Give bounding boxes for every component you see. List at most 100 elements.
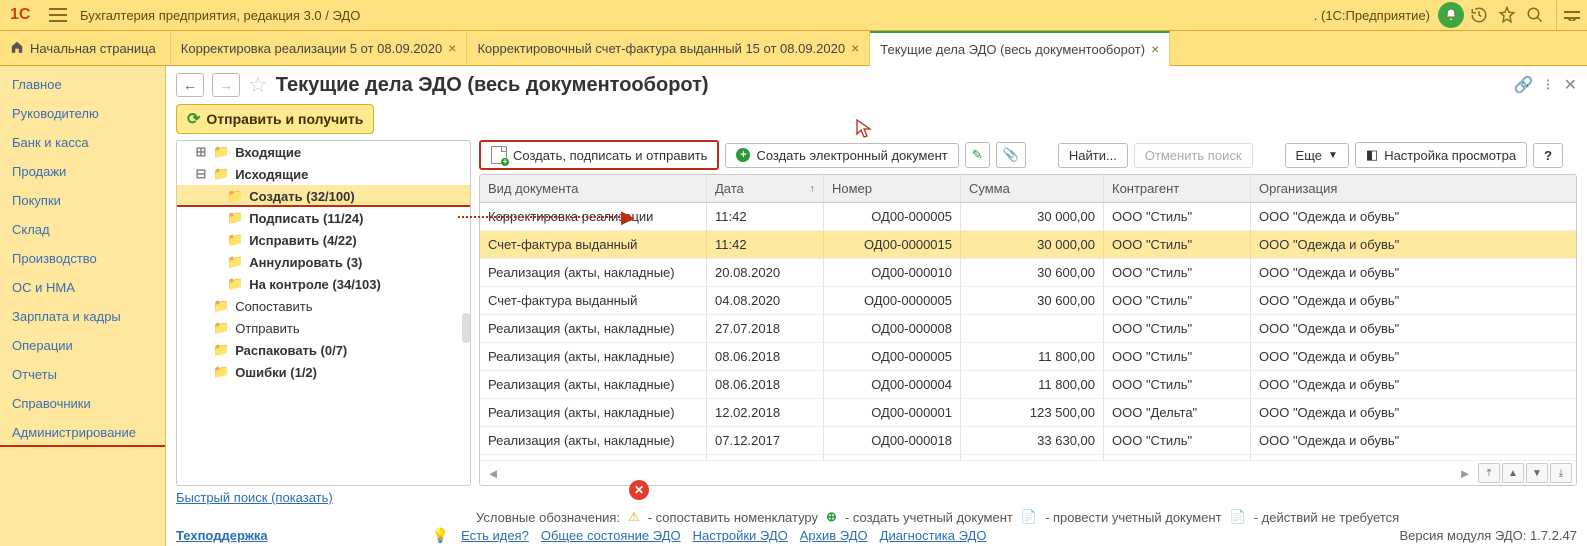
cell-c-num: ОД00-000004 <box>824 371 961 398</box>
scroll-left-icon[interactable]: ◄ <box>484 466 502 481</box>
find-button[interactable]: Найти... <box>1058 143 1128 168</box>
nav-forward-button[interactable]: → <box>212 73 240 97</box>
tree-item-label: Исходящие <box>235 167 308 182</box>
row-up-icon[interactable]: ▲ <box>1502 463 1524 483</box>
tree-item-0[interactable]: ⊞📁Входящие <box>177 141 470 163</box>
tree-item-2[interactable]: 📁Создать (32/100) <box>177 185 470 207</box>
footer-link-2[interactable]: Архив ЭДО <box>800 528 868 543</box>
nav-item-9[interactable]: Операции <box>0 331 165 360</box>
col-organization[interactable]: Организация <box>1251 175 1576 202</box>
tree-item-label: Распаковать (0/7) <box>235 343 347 358</box>
attach-button[interactable]: 📎 <box>996 142 1026 168</box>
tree-item-8[interactable]: 📁Отправить <box>177 317 470 339</box>
nav-item-5[interactable]: Склад <box>0 215 165 244</box>
legend-none: - действий не требуется <box>1254 510 1399 525</box>
row-top-icon[interactable]: ⤒ <box>1478 463 1500 483</box>
more-label: Еще <box>1296 148 1322 163</box>
table-row[interactable]: Реализация (акты, накладные)12.02.2018ОД… <box>480 399 1576 427</box>
tree-collapse-icon[interactable]: ⊟ <box>195 166 207 182</box>
table-row[interactable]: Счет-фактура выданный11:42ОД00-000001530… <box>480 231 1576 259</box>
tab-1[interactable]: Корректировочный счет-фактура выданный 1… <box>467 31 870 65</box>
tab-close-icon[interactable]: × <box>1151 41 1159 57</box>
nav-item-12[interactable]: Администрирование <box>0 418 165 447</box>
table-row[interactable]: Корректировка реализации11:42ОД00-000005… <box>480 203 1576 231</box>
col-date-label: Дата <box>715 181 744 196</box>
create-edoc-button[interactable]: + Создать электронный документ <box>725 143 958 168</box>
col-sum[interactable]: Сумма <box>961 175 1104 202</box>
nav-item-2[interactable]: Банк и касса <box>0 128 165 157</box>
table-row[interactable]: Реализация (акты, накладные)08.06.2018ОД… <box>480 371 1576 399</box>
view-settings-button[interactable]: ◧ Настройка просмотра <box>1355 142 1527 168</box>
col-date[interactable]: Дата ↑ <box>707 175 824 202</box>
folder-tree[interactable]: ⊞📁Входящие⊟📁Исходящие📁Создать (32/100)📁П… <box>176 140 471 486</box>
tab-2[interactable]: Текущие дела ЭДО (весь документооборот)× <box>870 31 1170 66</box>
tab-close-icon[interactable]: × <box>851 40 859 56</box>
row-down-icon[interactable]: ▼ <box>1526 463 1548 483</box>
table-row[interactable]: Реализация (акты, накладные)08.06.2018ОД… <box>480 343 1576 371</box>
nav-item-0[interactable]: Главное <box>0 70 165 99</box>
nav-item-7[interactable]: ОС и НМА <box>0 273 165 302</box>
more-button[interactable]: Еще ▼ <box>1285 143 1349 168</box>
nav-item-8[interactable]: Зарплата и кадры <box>0 302 165 331</box>
tree-item-5[interactable]: 📁Аннулировать (3) <box>177 251 470 273</box>
tab-close-icon[interactable]: × <box>448 40 456 56</box>
nav-back-button[interactable]: ← <box>176 73 204 97</box>
history-icon[interactable] <box>1466 2 1492 28</box>
idea-link[interactable]: Есть идея? <box>461 528 529 543</box>
send-receive-button[interactable]: ⟳ Отправить и получить <box>176 104 374 134</box>
table-row[interactable]: Реализация (акты, накладные)07.12.2017ОД… <box>480 427 1576 455</box>
tree-item-label: На контроле (34/103) <box>249 277 381 292</box>
menu-icon[interactable] <box>44 0 72 30</box>
row-bottom-icon[interactable]: ⤓ <box>1550 463 1572 483</box>
tree-item-7[interactable]: 📁Сопоставить <box>177 295 470 317</box>
nav-item-1[interactable]: Руководителю <box>0 99 165 128</box>
nav-item-4[interactable]: Покупки <box>0 186 165 215</box>
tree-item-1[interactable]: ⊟📁Исходящие <box>177 163 470 185</box>
tab-home[interactable]: Начальная страница <box>0 31 171 65</box>
tab-0[interactable]: Корректировка реализации 5 от 08.09.2020… <box>171 31 468 65</box>
quick-search-close-icon[interactable]: ✕ <box>629 480 649 500</box>
footer-link-3[interactable]: Диагностика ЭДО <box>880 528 987 543</box>
tree-item-3[interactable]: 📁Подписать (11/24) <box>177 207 470 229</box>
col-doc-type[interactable]: Вид документа <box>480 175 707 202</box>
tree-expand-icon[interactable]: ⊞ <box>195 144 207 160</box>
tree-item-10[interactable]: 📁Ошибки (1/2) <box>177 361 470 383</box>
tree-scrollbar[interactable] <box>462 313 470 343</box>
nav-item-11[interactable]: Справочники <box>0 389 165 418</box>
more-menu-icon[interactable]: ⁝ <box>1546 75 1552 95</box>
cancel-find-button[interactable]: Отменить поиск <box>1134 143 1253 168</box>
close-page-icon[interactable]: ✕ <box>1564 75 1577 95</box>
footer-link-1[interactable]: Настройки ЭДО <box>693 528 788 543</box>
scroll-right-icon[interactable]: ► <box>1456 466 1474 481</box>
star-icon[interactable] <box>1494 2 1520 28</box>
create-sign-send-button[interactable]: + Создать, подписать и отправить <box>479 140 719 170</box>
edit-button[interactable]: ✎ <box>965 142 990 168</box>
favorite-star-icon[interactable]: ☆ <box>248 72 268 98</box>
search-icon[interactable] <box>1522 2 1548 28</box>
col-number[interactable]: Номер <box>824 175 961 202</box>
help-button[interactable]: ? <box>1533 143 1563 168</box>
tree-item-4[interactable]: 📁Исправить (4/22) <box>177 229 470 251</box>
tree-item-label: Входящие <box>235 145 301 160</box>
table-row[interactable]: Счет-фактура выданный04.08.2020ОД00-0000… <box>480 287 1576 315</box>
table-row[interactable]: Реализация (акты, накладные)20.08.2020ОД… <box>480 259 1576 287</box>
main-content: ← → ☆ Текущие дела ЭДО (весь документооб… <box>166 66 1587 546</box>
tree-item-6[interactable]: 📁 На контроле (34/103) <box>177 273 470 295</box>
folder-icon: 📁 <box>227 276 243 292</box>
app-header: 1C Бухгалтерия предприятия, редакция 3.0… <box>0 0 1587 31</box>
col-counterparty[interactable]: Контрагент <box>1104 175 1251 202</box>
bell-icon[interactable] <box>1438 2 1464 28</box>
cell-c-doc: Корректировка реализации <box>480 203 707 230</box>
link-icon[interactable]: 🔗 <box>1514 75 1534 95</box>
tree-item-9[interactable]: 📁Распаковать (0/7) <box>177 339 470 361</box>
nav-item-3[interactable]: Продажи <box>0 157 165 186</box>
support-link[interactable]: Техподдержка <box>176 528 268 543</box>
cell-c-kon: ООО "Стиль" <box>1104 427 1251 454</box>
header-icons <box>1438 2 1556 28</box>
nav-item-6[interactable]: Производство <box>0 244 165 273</box>
quick-search-link[interactable]: Быстрый поиск (показать) <box>176 490 333 505</box>
nav-item-10[interactable]: Отчеты <box>0 360 165 389</box>
table-row[interactable]: Реализация (акты, накладные)27.07.2018ОД… <box>480 315 1576 343</box>
header-more-icon[interactable] <box>1556 0 1587 30</box>
footer-link-0[interactable]: Общее состояние ЭДО <box>541 528 681 543</box>
